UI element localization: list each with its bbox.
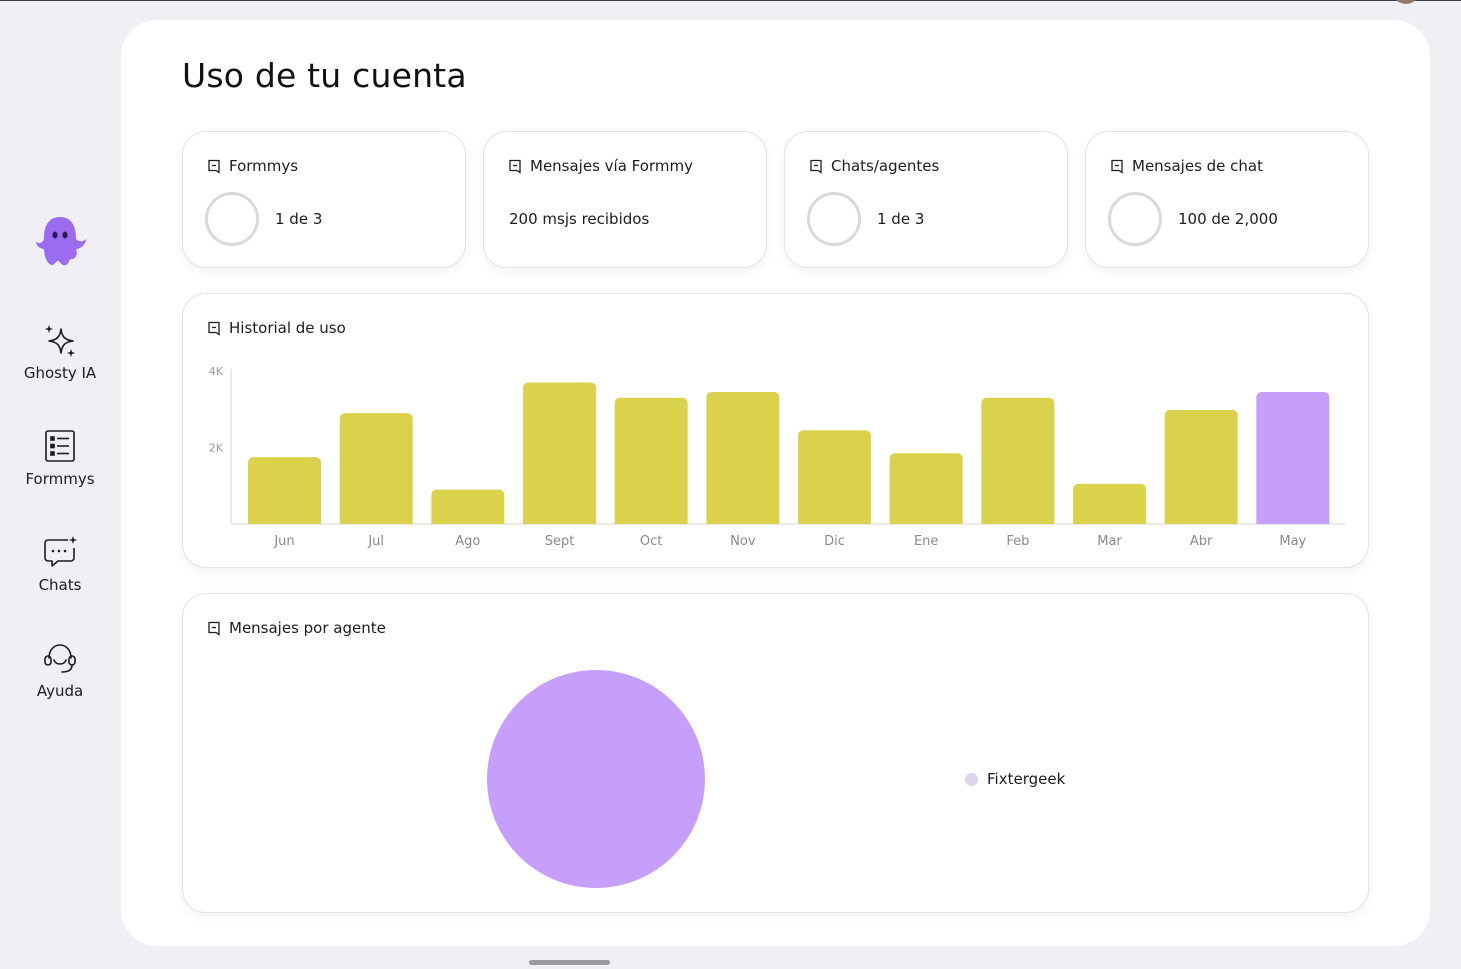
stat-value: 1 de 3 xyxy=(275,210,323,228)
legend-label: Fixtergeek xyxy=(987,770,1066,788)
bar-feb[interactable] xyxy=(981,397,1055,524)
x-tick-label: Jun xyxy=(273,534,294,549)
bar-jul[interactable] xyxy=(339,413,413,524)
sparkles-icon xyxy=(45,325,75,357)
bar-ago[interactable] xyxy=(431,489,505,524)
card-note-icon xyxy=(810,159,822,174)
bar-nov[interactable] xyxy=(706,392,780,524)
y-tick-label: 2K xyxy=(209,442,224,455)
x-tick-label: Abr xyxy=(1190,534,1213,549)
bar-may[interactable] xyxy=(1256,392,1330,524)
legend-swatch xyxy=(965,772,978,786)
card-note-icon xyxy=(509,159,521,174)
stat-card-mensajes-chat: Mensajes de chat 100 de 2,000 xyxy=(1085,131,1369,268)
bar-jun[interactable] xyxy=(248,457,321,524)
pie-slice-fixtergeek[interactable] xyxy=(487,670,705,888)
bar-ene[interactable] xyxy=(889,453,963,524)
x-tick-label: Jul xyxy=(367,534,384,549)
x-tick-label: Dic xyxy=(824,534,845,549)
bar-dic[interactable] xyxy=(798,430,871,524)
sidebar-item-chats[interactable]: Chats xyxy=(0,534,120,594)
card-header: Mensajes de chat xyxy=(1110,157,1263,175)
progress-ring xyxy=(1108,192,1162,246)
stat-card-chats-agentes: Chats/agentes 1 de 3 xyxy=(784,131,1068,268)
progress-ring xyxy=(205,192,259,246)
chat-bubble-icon xyxy=(44,536,77,567)
x-tick-label: Sept xyxy=(545,534,575,549)
bar-mar[interactable] xyxy=(1073,483,1146,524)
sidebar-item-label: Ayuda xyxy=(36,682,84,700)
card-note-icon xyxy=(208,159,220,174)
x-tick-label: Nov xyxy=(730,534,756,549)
stat-card-formmys: Formmys 1 de 3 xyxy=(182,131,466,268)
card-header: Mensajes vía Formmy xyxy=(508,157,693,175)
window-top-border xyxy=(0,0,1461,1)
sidebar-item-label: Chats xyxy=(38,576,82,594)
sidebar-item-label: Formmys xyxy=(25,470,95,488)
x-tick-label: Feb xyxy=(1006,534,1029,549)
card-title: Mensajes de chat xyxy=(1132,157,1264,175)
x-tick-label: Ago xyxy=(455,534,480,549)
card-title: Formmys xyxy=(229,157,299,175)
main-panel: Uso de tu cuenta Formmys 1 de 3 Mensajes… xyxy=(121,20,1430,946)
sidebar-item-formmys[interactable]: Formmys xyxy=(0,428,120,488)
ghost-logo-icon[interactable] xyxy=(32,213,88,269)
x-tick-label: May xyxy=(1279,534,1306,549)
bar-sept[interactable] xyxy=(523,382,596,524)
card-note-icon xyxy=(1111,159,1123,174)
form-list-icon xyxy=(45,430,75,462)
scroll-handle[interactable] xyxy=(529,960,610,965)
stat-card-mensajes-formmy: Mensajes vía Formmy 200 msjs recibidos xyxy=(483,131,767,268)
stat-value: 100 de 2,000 xyxy=(1178,210,1278,228)
sidebar: Ghosty IA Formmys Chats Ayuda xyxy=(0,0,120,969)
headset-icon xyxy=(44,644,76,673)
pie-legend: Fixtergeek xyxy=(965,770,1065,788)
stat-value: 1 de 3 xyxy=(877,210,925,228)
x-tick-label: Mar xyxy=(1097,534,1122,549)
agent-messages-card: Mensajes por agente Fixtergeek xyxy=(182,593,1369,913)
usage-bar-chart: 2K 4K Jun Jul Ago Sept Oct Nov Dic Ene Feb Mar Abr Ma… xyxy=(209,365,1345,549)
x-tick-label: Ene xyxy=(914,534,938,549)
stat-value: 200 msjs recibidos xyxy=(509,210,650,228)
bar-abr[interactable] xyxy=(1164,410,1238,524)
card-title: Chats/agentes xyxy=(831,157,940,175)
usage-history-card: Historial de uso 2K 4K Jun Jul Ago Sept Oct Nov… xyxy=(182,293,1369,568)
stat-row: 1 de 3 xyxy=(807,192,924,246)
progress-ring xyxy=(807,192,861,246)
stat-row: 1 de 3 xyxy=(205,192,322,246)
x-tick-label: Oct xyxy=(640,534,662,549)
card-title: Mensajes vía Formmy xyxy=(530,157,693,175)
sidebar-item-ayuda[interactable]: Ayuda xyxy=(0,640,120,700)
agent-pie-chart xyxy=(487,670,705,888)
sidebar-item-label: Ghosty IA xyxy=(23,364,97,382)
card-header: Chats/agentes xyxy=(809,157,939,175)
y-tick-label: 4K xyxy=(209,365,224,378)
card-header: Formmys xyxy=(207,157,298,175)
page-title: Uso de tu cuenta xyxy=(182,56,467,95)
stat-row: 100 de 2,000 xyxy=(1108,192,1278,246)
sidebar-item-ghosty[interactable]: Ghosty IA xyxy=(0,322,120,382)
bar-oct[interactable] xyxy=(614,397,688,524)
